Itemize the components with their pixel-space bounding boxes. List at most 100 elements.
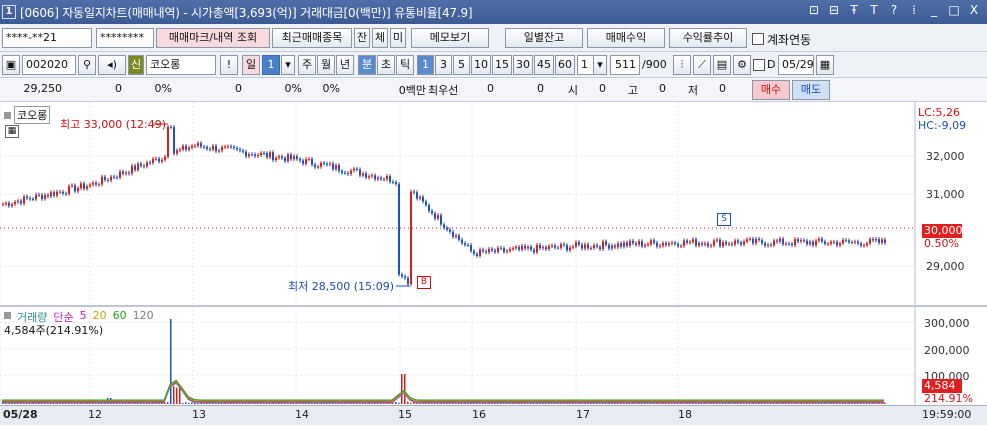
account-toolbar: ****-**21 ******** 매매마크/내역 조회 최근매매종목 잔 체… xyxy=(0,24,987,52)
stock-name-field[interactable]: 코오롱 xyxy=(146,55,216,75)
candle-body xyxy=(92,182,94,185)
interval-1[interactable]: 1 xyxy=(417,55,434,75)
low-annotation: 최저 28,500 (15:09) xyxy=(288,280,395,293)
memo-button[interactable]: 메모보기 xyxy=(411,28,489,48)
layout-icon[interactable]: ▣ xyxy=(2,55,20,75)
executed-button[interactable]: 체 xyxy=(372,28,388,48)
period-second-button[interactable]: 초 xyxy=(377,55,395,75)
search-icon[interactable]: ⚲ xyxy=(78,55,96,75)
candle-body xyxy=(431,211,433,214)
interval-10[interactable]: 10 xyxy=(471,55,491,75)
tile-icon[interactable]: ⊟ xyxy=(827,3,841,17)
candle-body xyxy=(38,194,40,196)
help-icon[interactable]: ? xyxy=(887,3,901,17)
range-field[interactable]: 511 xyxy=(610,55,640,75)
count-dropdown-icon[interactable]: ▾ xyxy=(593,55,607,75)
gear-icon[interactable]: ⚙ xyxy=(733,55,751,75)
candle-body xyxy=(749,238,751,240)
candle-body xyxy=(476,253,478,256)
trade-profit-button[interactable]: 매매수익 xyxy=(587,28,665,48)
save-icon[interactable]: ▤ xyxy=(713,55,731,75)
daily-balance-button[interactable]: 일별잔고 xyxy=(505,28,583,48)
volume-pct-tag: 214.91% xyxy=(924,392,973,405)
date-field[interactable]: 05/29 xyxy=(778,55,814,75)
candle-body xyxy=(680,245,682,247)
password-field[interactable]: ******** xyxy=(96,28,154,48)
candle-body xyxy=(512,248,514,250)
candle-body xyxy=(803,240,805,242)
candle-body xyxy=(29,198,31,200)
candle-body xyxy=(233,146,235,148)
interval-45[interactable]: 45 xyxy=(534,55,554,75)
close-icon[interactable]: X xyxy=(967,3,981,17)
volume-bar xyxy=(401,374,403,404)
candle-body xyxy=(374,175,376,180)
return-trend-button[interactable]: 수익률추이 xyxy=(669,28,747,48)
stock-code-field[interactable]: 002020 xyxy=(22,55,76,75)
period-day-button[interactable]: 일 xyxy=(242,55,260,75)
candle-body xyxy=(503,248,505,252)
candle-body xyxy=(416,192,418,199)
candle-body xyxy=(521,245,523,250)
candle-body xyxy=(884,239,886,243)
volume-bar xyxy=(395,401,397,404)
sell-button[interactable]: 매도 xyxy=(792,80,830,100)
period-year-button[interactable]: 년 xyxy=(336,55,354,75)
candle-body xyxy=(437,215,439,219)
high-label: 고 xyxy=(627,84,638,97)
candle-body xyxy=(218,150,220,152)
period-month-button[interactable]: 월 xyxy=(317,55,335,75)
date-label: D xyxy=(767,58,776,71)
buy-marker[interactable]: B xyxy=(417,276,431,289)
interval-60[interactable]: 60 xyxy=(555,55,575,75)
buy-button[interactable]: 매수 xyxy=(752,80,790,100)
candle-body xyxy=(872,239,874,241)
candle-body xyxy=(551,245,553,247)
pin-icon[interactable]: Ŧ xyxy=(847,3,861,17)
interval-30[interactable]: 30 xyxy=(513,55,533,75)
font-icon[interactable]: T xyxy=(867,3,881,17)
candle-body xyxy=(467,244,469,246)
candle-body xyxy=(686,240,688,243)
candle-body xyxy=(11,204,13,206)
minimize-icon[interactable]: _ xyxy=(927,3,941,17)
speaker-icon[interactable]: ◂) xyxy=(98,55,126,75)
unexecuted-button[interactable]: 미 xyxy=(390,28,406,48)
indicator-icon[interactable]: ⟋ xyxy=(693,55,711,75)
candle-body xyxy=(599,246,601,249)
date-checkbox[interactable] xyxy=(753,59,765,71)
account-select[interactable]: ****-**21 xyxy=(2,28,92,48)
popout-icon[interactable]: ⊡ xyxy=(807,3,821,17)
candle-type-icon[interactable]: ⫶ xyxy=(673,55,691,75)
period-dropdown-icon[interactable]: ▾ xyxy=(281,55,295,75)
period-value[interactable]: 1 xyxy=(262,55,280,75)
balance-button[interactable]: 잔 xyxy=(354,28,370,48)
alert-button[interactable]: ! xyxy=(220,55,238,75)
maximize-icon[interactable]: □ xyxy=(947,3,961,17)
more-icon[interactable]: ⁞ xyxy=(907,3,921,17)
trade-mark-button[interactable]: 매매마크/내역 조회 xyxy=(156,28,270,48)
candle-body xyxy=(875,239,877,241)
period-week-button[interactable]: 주 xyxy=(298,55,316,75)
quote-volume-pct: 0% xyxy=(284,82,302,95)
pane-separator[interactable] xyxy=(0,305,987,307)
interval-15[interactable]: 15 xyxy=(492,55,512,75)
candle-body xyxy=(428,205,430,212)
candle-body xyxy=(122,171,124,174)
volume-bar xyxy=(188,402,190,404)
grid-icon[interactable]: ▦ xyxy=(5,125,19,138)
candle-body xyxy=(770,244,772,246)
sell-marker[interactable]: S xyxy=(717,213,731,226)
interval-3[interactable]: 3 xyxy=(435,55,452,75)
candle-body xyxy=(743,241,745,245)
recent-trades-button[interactable]: 최근매매종목 xyxy=(272,28,352,48)
candle-body xyxy=(188,147,190,150)
calendar-icon[interactable]: ▦ xyxy=(816,55,834,75)
candle-body xyxy=(452,231,454,237)
interval-5[interactable]: 5 xyxy=(453,55,470,75)
account-link-checkbox[interactable] xyxy=(752,33,764,45)
chart-area[interactable]: 코오롱 ▦ LC:5,26 HC:-9,09 최고 33,000 (12:49)… xyxy=(0,102,987,425)
period-tick-button[interactable]: 틱 xyxy=(396,55,414,75)
candle-body xyxy=(533,249,535,253)
period-minute-button[interactable]: 분 xyxy=(358,55,376,75)
